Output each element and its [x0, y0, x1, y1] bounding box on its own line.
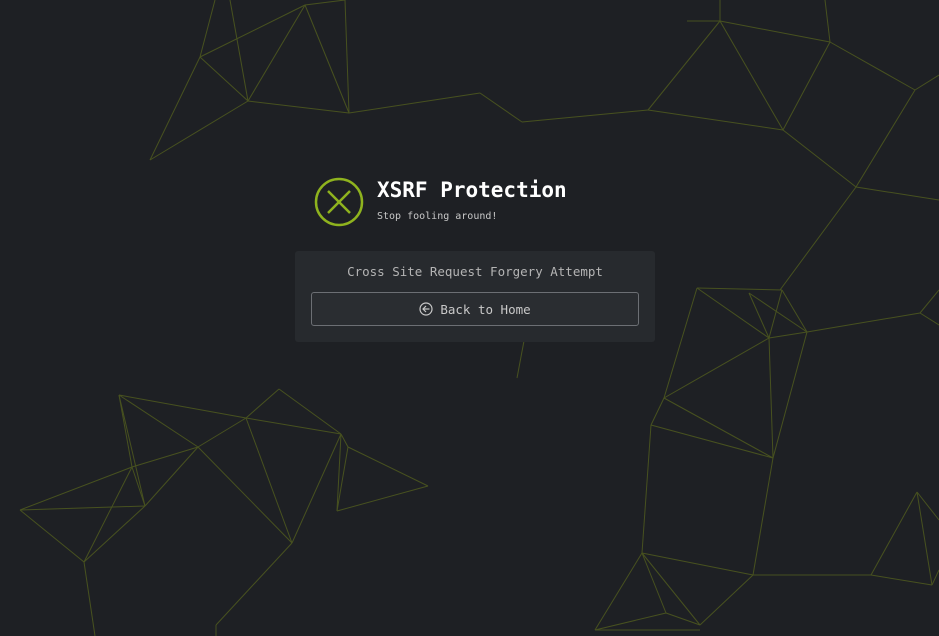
error-x-icon	[314, 177, 364, 227]
back-to-home-label: Back to Home	[440, 301, 531, 317]
back-to-home-button[interactable]: Back to Home	[311, 292, 639, 326]
page-header: XSRF Protection Stop fooling around!	[314, 177, 567, 227]
page-title: XSRF Protection	[377, 178, 567, 202]
title-group: XSRF Protection Stop fooling around!	[377, 178, 567, 222]
error-message: Cross Site Request Forgery Attempt	[347, 264, 603, 279]
arrow-left-circle-icon	[419, 302, 433, 316]
error-panel: Cross Site Request Forgery Attempt Back …	[295, 251, 655, 342]
page-subtitle: Stop fooling around!	[377, 211, 498, 222]
